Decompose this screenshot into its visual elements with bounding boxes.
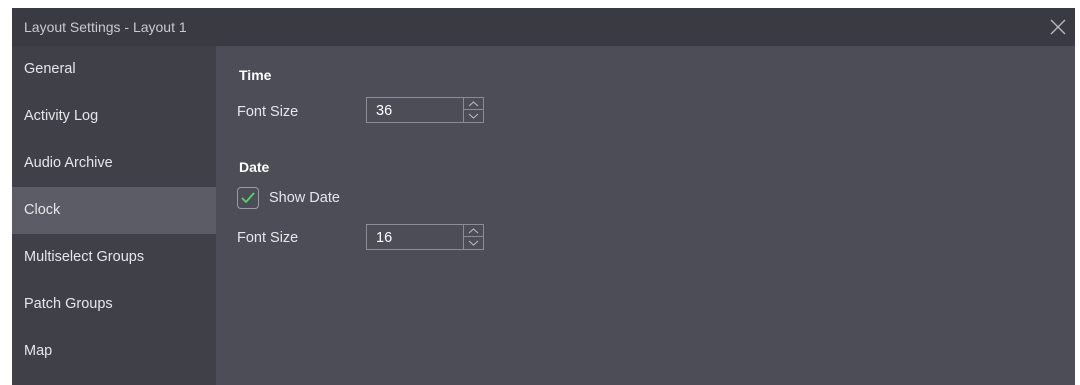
sidebar-item-map[interactable]: Map [12,328,216,375]
time-font-size-value: 36 [376,103,393,119]
close-icon [1050,19,1066,35]
sidebar-item-label: Activity Log [24,108,99,124]
layout-settings-dialog: Layout Settings - Layout 1 General Activ… [12,8,1075,385]
sidebar-item-patch-groups[interactable]: Patch Groups [12,281,216,328]
spin-buttons [463,225,483,249]
sidebar-item-label: Audio Archive [24,155,113,171]
time-font-size-increment-button[interactable] [464,98,483,110]
chevron-up-icon [468,228,479,234]
date-font-size-label: Font Size [237,230,299,246]
time-font-size-decrement-button[interactable] [464,110,483,122]
title-bar: Layout Settings - Layout 1 [12,8,1075,46]
show-date-label: Show Date [269,190,340,206]
chevron-down-icon [468,240,479,246]
date-font-size-decrement-button[interactable] [464,237,483,249]
window-title: Layout Settings - Layout 1 [24,19,187,35]
show-date-checkbox-row[interactable]: Show Date [237,187,377,211]
checkmark-icon [241,192,255,204]
sidebar-item-label: General [24,61,76,77]
show-date-checkbox[interactable] [237,187,259,209]
sidebar-item-multiselect-groups[interactable]: Multiselect Groups [12,234,216,281]
sidebar-item-audio-archive[interactable]: Audio Archive [12,140,216,187]
spin-buttons [463,98,483,122]
chevron-up-icon [468,101,479,107]
chevron-down-icon [468,113,479,119]
date-font-size-increment-button[interactable] [464,225,483,237]
time-heading: Time [239,67,272,83]
time-font-size-label: Font Size [237,104,299,120]
sidebar-item-label: Map [24,343,53,359]
time-font-size-spinbox[interactable]: 36 [366,97,484,123]
sidebar-item-activity-log[interactable]: Activity Log [12,93,216,140]
sidebar-item-label: Clock [24,202,61,218]
clock-settings-panel: Time Font Size 36 Date Show Date Font Si… [216,46,1075,385]
close-button[interactable] [1041,8,1075,46]
sidebar-item-label: Multiselect Groups [24,249,145,265]
date-font-size-value: 16 [376,230,393,246]
sidebar-item-label: Patch Groups [24,296,113,312]
sidebar: General Activity Log Audio Archive Clock… [12,46,216,385]
sidebar-item-general[interactable]: General [12,46,216,93]
sidebar-item-clock[interactable]: Clock [12,187,216,234]
date-font-size-spinbox[interactable]: 16 [366,224,484,250]
date-heading: Date [239,159,270,175]
